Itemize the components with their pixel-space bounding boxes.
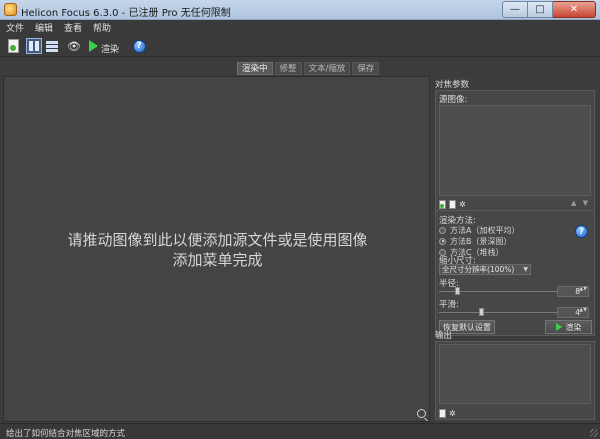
smoothing-spinbox[interactable]: 4 ▲▼ — [557, 307, 589, 318]
radio-dot-selected — [439, 237, 446, 245]
radius-spinbox[interactable]: 8 ▲▼ — [557, 286, 589, 297]
remove-source-icon[interactable] — [449, 199, 456, 209]
menu-help[interactable]: 帮助 — [93, 21, 111, 34]
smoothing-track — [439, 312, 557, 313]
title-bar: Helicon Focus 6.3.0 - 已注册 Pro 无任何限制 — □ … — [0, 0, 600, 20]
canvas-hint: 请推动图像到此以便添加源文件或是使用图像 添加菜单完成 — [4, 230, 431, 270]
maximize-button[interactable]: □ — [528, 1, 553, 18]
canvas-hint-line1: 请推动图像到此以便添加源文件或是使用图像 — [67, 231, 368, 249]
render-toolbar-label[interactable]: 渲染 — [101, 42, 119, 55]
spin-arrows-icon[interactable]: ▲▼ — [579, 287, 587, 292]
help-icon[interactable]: ? — [131, 38, 147, 54]
toolbar: 👁 渲染 ? — [0, 35, 600, 57]
radius-thumb[interactable] — [455, 287, 460, 295]
menu-bar: 文件 编辑 查看 帮助 — [0, 20, 600, 35]
resize-grip[interactable] — [590, 429, 598, 437]
smoothing-slider[interactable] — [439, 307, 557, 317]
source-images-label: 源图像: — [439, 95, 468, 105]
split-view-icon[interactable] — [26, 38, 42, 54]
zoom-icon[interactable] — [417, 409, 426, 418]
divider — [436, 210, 594, 211]
tab-text-scale[interactable]: 文本/缩放 — [303, 62, 351, 75]
method-b-radio[interactable]: 方法B（景深图） — [439, 236, 512, 246]
output-label: 输出 — [435, 331, 453, 341]
method-a-label: 方法A（加权平均） — [450, 225, 520, 235]
canvas-hint-line2: 添加菜单完成 — [172, 251, 263, 269]
output-list[interactable] — [439, 344, 591, 404]
radius-slider[interactable] — [439, 286, 557, 296]
menu-view[interactable]: 查看 — [64, 21, 82, 34]
source-images-list[interactable] — [439, 105, 591, 196]
preview-eye-icon[interactable]: 👁 — [66, 38, 82, 54]
image-canvas[interactable]: 请推动图像到此以便添加源文件或是使用图像 添加菜单完成 — [3, 76, 430, 422]
method-help-icon[interactable]: ? — [575, 225, 588, 238]
tab-rendering[interactable]: 渲染中 — [237, 62, 273, 75]
mode-tabs: 渲染中 修整 文本/缩放 保存 — [237, 62, 381, 75]
status-message: 给出了如何结合对焦区域的方式 — [6, 429, 126, 439]
source-settings-frame: 源图像: ✲ ▲ ▼ 渲染方法: 方法A（加权平均） 方法B（景深图） 方法C（… — [435, 90, 595, 336]
output-frame: ✲ — [435, 341, 595, 420]
focus-settings-panel: 对焦参数 源图像: ✲ ▲ ▼ 渲染方法: 方法A（加权平均） 方法B（景深图）… — [433, 76, 597, 422]
output-list-tools: ✲ — [439, 408, 456, 418]
menu-edit[interactable]: 编辑 — [35, 21, 53, 34]
tab-save[interactable]: 保存 — [352, 62, 380, 75]
window-controls: — □ ✕ — [502, 1, 596, 18]
method-a-radio[interactable]: 方法A（加权平均） — [439, 225, 519, 235]
window-title: Helicon Focus 6.3.0 - 已注册 Pro 无任何限制 — [21, 8, 231, 19]
list-order-arrows[interactable]: ▲ ▼ — [571, 199, 590, 207]
add-source-icon[interactable] — [439, 199, 446, 209]
menu-file[interactable]: 文件 — [6, 21, 24, 34]
minimize-button[interactable]: — — [502, 1, 528, 18]
add-images-icon[interactable] — [5, 38, 21, 54]
chevron-down-icon: ▼ — [523, 266, 528, 273]
render-button-label: 渲染 — [565, 322, 582, 332]
panel-title: 对焦参数 — [435, 80, 470, 90]
spin-arrows-icon[interactable]: ▲▼ — [579, 308, 587, 313]
close-button[interactable]: ✕ — [553, 1, 596, 18]
stack-view-icon[interactable] — [44, 38, 60, 54]
play-icon — [555, 323, 562, 331]
method-b-label: 方法B（景深图） — [450, 236, 512, 246]
source-list-tools: ✲ — [439, 199, 466, 209]
gear-icon[interactable]: ✲ — [459, 200, 466, 209]
render-button[interactable]: 渲染 — [545, 320, 592, 334]
output-file-icon[interactable] — [439, 408, 446, 418]
render-play-icon[interactable] — [87, 38, 99, 54]
app-icon — [4, 3, 17, 16]
status-bar: 给出了如何结合对焦区域的方式 — [0, 423, 600, 439]
downscale-select[interactable]: 全尺寸分辨率(100%) ▼ — [439, 264, 531, 275]
tab-retouch[interactable]: 修整 — [274, 62, 302, 75]
smoothing-thumb[interactable] — [479, 308, 484, 316]
gear-icon[interactable]: ✲ — [449, 409, 456, 418]
downscale-value: 全尺寸分辨率(100%) — [442, 265, 515, 274]
radio-dot — [439, 226, 446, 234]
